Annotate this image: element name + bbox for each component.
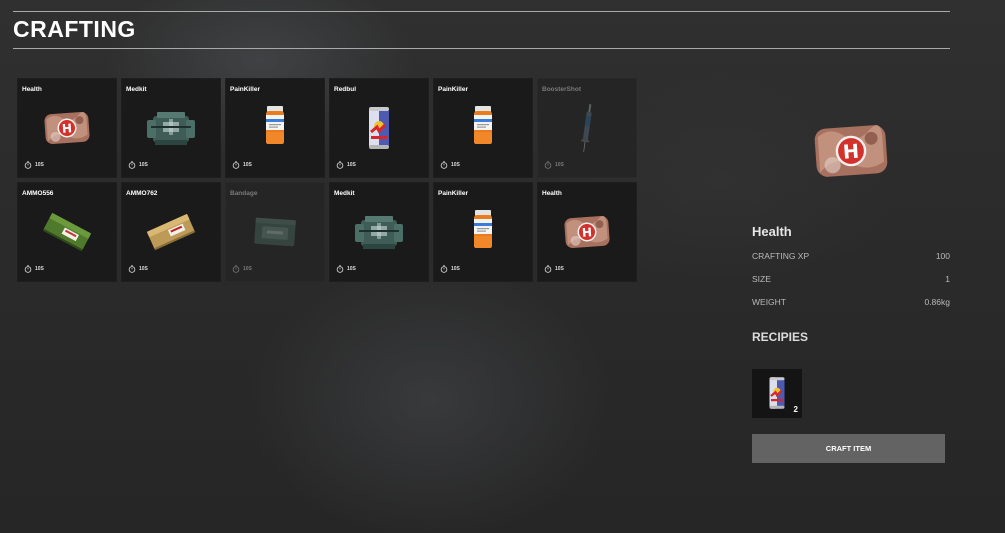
svg-text:H: H [842, 140, 860, 164]
painkiller-icon [451, 96, 515, 160]
page-title: CRAFTING [13, 16, 136, 42]
stopwatch-icon [232, 161, 240, 169]
syringe-icon [555, 96, 619, 160]
item-name: Bandage [230, 190, 258, 197]
energy-can-icon [347, 96, 411, 160]
item-slot-medkit[interactable]: Medkit 10S [121, 78, 221, 178]
craft-time: 10S [336, 265, 356, 273]
stopwatch-icon [544, 265, 552, 273]
craft-time: 10S [232, 161, 252, 169]
stopwatch-icon [544, 161, 552, 169]
crafting-item-grid: Health H 10S Medkit 10S PainKiller 10S Redbu… [17, 78, 637, 282]
header-divider-bottom [13, 48, 950, 49]
svg-text:H: H [62, 121, 73, 136]
craft-time: 10S [544, 265, 564, 273]
health-icon: H [555, 200, 619, 264]
item-slot-bandage[interactable]: Bandage 10S [225, 182, 325, 282]
stopwatch-icon [440, 265, 448, 273]
item-name: BoosterShot [542, 86, 581, 93]
item-name: Health [542, 190, 562, 197]
craft-time-value: 10S [347, 266, 356, 272]
craft-time-value: 10S [35, 162, 44, 168]
item-slot-painkiller[interactable]: PainKiller 10S [433, 78, 533, 178]
recipe-ingredient-slot[interactable]: 2 [752, 369, 802, 418]
craft-time: 10S [440, 265, 460, 273]
stat-label: SIZE [752, 274, 771, 284]
stopwatch-icon [440, 161, 448, 169]
craft-time-value: 10S [451, 162, 460, 168]
item-slot-health[interactable]: Health H 10S [537, 182, 637, 282]
recipe-quantity: 2 [793, 405, 798, 414]
item-name: Redbul [334, 86, 357, 93]
craft-time-value: 10S [451, 266, 460, 272]
stopwatch-icon [24, 265, 32, 273]
craft-time: 10S [440, 161, 460, 169]
craft-time-value: 10S [139, 162, 148, 168]
item-slot-redbul[interactable]: Redbul 10S [329, 78, 429, 178]
bandage-icon [243, 200, 307, 264]
medkit-icon [139, 96, 203, 160]
health-icon: H [35, 96, 99, 160]
painkiller-icon [243, 96, 307, 160]
stat-crafting-xp: CRAFTING XP 100 [752, 251, 950, 261]
item-slot-painkiller[interactable]: PainKiller 10S [225, 78, 325, 178]
item-name: AMMO556 [22, 190, 54, 197]
craft-time-value: 10S [555, 266, 564, 272]
item-slot-medkit[interactable]: Medkit 10S [329, 182, 429, 282]
craft-time-value: 10S [139, 266, 148, 272]
craft-time-value: 10S [35, 266, 44, 272]
craft-time: 10S [128, 161, 148, 169]
stopwatch-icon [128, 265, 136, 273]
painkiller-icon [451, 200, 515, 264]
stat-label: CRAFTING XP [752, 251, 810, 261]
stat-size: SIZE 1 [752, 274, 950, 284]
craft-time: 10S [24, 161, 44, 169]
craft-time-value: 10S [243, 162, 252, 168]
stat-value: 100 [935, 251, 950, 261]
item-slot-boostershot[interactable]: BoosterShot 10S [537, 78, 637, 178]
ammo-tan-icon [139, 200, 203, 264]
stat-label: WEIGHT [752, 297, 786, 307]
craft-item-button[interactable]: CRAFT ITEM [752, 434, 945, 463]
craft-time-value: 10S [243, 266, 252, 272]
stat-value: 1 [945, 274, 950, 284]
item-name: PainKiller [438, 190, 468, 197]
header-divider-top [13, 11, 950, 12]
item-slot-health[interactable]: Health H 10S [17, 78, 117, 178]
medkit-icon [347, 200, 411, 264]
craft-time: 10S [544, 161, 564, 169]
craft-time-value: 10S [347, 162, 356, 168]
item-name: Medkit [334, 190, 355, 197]
stopwatch-icon [232, 265, 240, 273]
ammo-green-icon [35, 200, 99, 264]
item-name: AMMO762 [126, 190, 158, 197]
craft-time: 10S [24, 265, 44, 273]
item-name: PainKiller [230, 86, 260, 93]
item-name: Medkit [126, 86, 147, 93]
item-slot-ammo556[interactable]: AMMO556 10S [17, 182, 117, 282]
stopwatch-icon [24, 161, 32, 169]
item-name: Health [22, 86, 42, 93]
svg-text:H: H [582, 225, 593, 240]
craft-time: 10S [336, 161, 356, 169]
health-icon: H [808, 122, 894, 180]
selected-item-name: Health [752, 224, 792, 239]
craft-time: 10S [232, 265, 252, 273]
craft-time-value: 10S [555, 162, 564, 168]
item-name: PainKiller [438, 86, 468, 93]
stat-value: 0.86kg [924, 297, 950, 307]
stopwatch-icon [128, 161, 136, 169]
energy-can-icon [764, 375, 790, 411]
stopwatch-icon [336, 265, 344, 273]
item-slot-painkiller[interactable]: PainKiller 10S [433, 182, 533, 282]
craft-time: 10S [128, 265, 148, 273]
stat-weight: WEIGHT 0.86kg [752, 297, 950, 307]
item-slot-ammo762[interactable]: AMMO762 10S [121, 182, 221, 282]
recipes-heading: RECIPIES [752, 330, 809, 344]
stopwatch-icon [336, 161, 344, 169]
